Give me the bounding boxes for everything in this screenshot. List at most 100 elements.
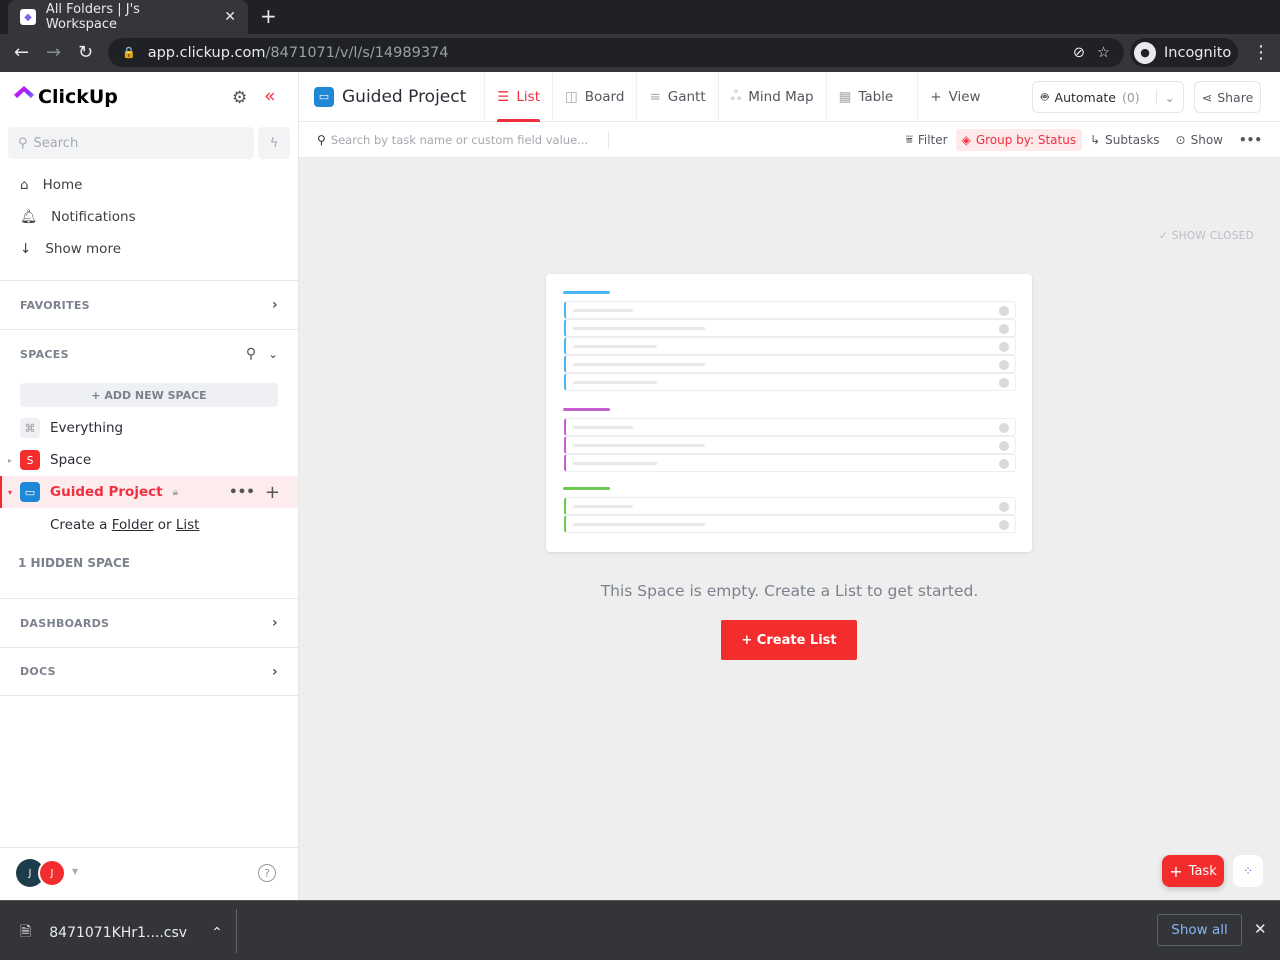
sidebar-item-home[interactable]: ⌂ Home [20, 177, 82, 193]
browser-menu-icon[interactable]: ⋮ [1252, 42, 1270, 63]
task-search-input[interactable]: ⚲ Search by task name or custom field val… [299, 130, 609, 149]
share-label: Share [1217, 89, 1254, 105]
sidebar-item-notifications[interactable]: 🔔︎ Notifications [20, 209, 136, 225]
placeholder-row [564, 337, 1016, 355]
caret-down-icon[interactable]: ▾ [8, 488, 12, 497]
notifications-label: Notifications [51, 209, 136, 225]
group-header-bar [563, 487, 610, 490]
placeholder-row [564, 418, 1016, 436]
home-icon: ⌂ [20, 177, 29, 193]
caret-right-icon[interactable]: ▸ [8, 456, 12, 465]
search-placeholder: Search by task name or custom field valu… [330, 132, 589, 147]
more-options-icon[interactable]: ••• [1231, 133, 1280, 147]
chevron-down-icon[interactable]: ⌄ [1155, 89, 1175, 105]
placeholder-row [564, 319, 1016, 337]
placeholder-row [564, 454, 1016, 472]
chevron-down-icon[interactable]: ⌄ [268, 348, 278, 361]
tab-label: List [516, 88, 540, 105]
download-item[interactable]: 🗎 8471071KHr1....csv ⌃ [20, 921, 223, 945]
clickup-logo[interactable]: ClickUp [14, 86, 118, 108]
group-by-button[interactable]: ◈ Group by: Status [955, 128, 1083, 151]
show-all-downloads-button[interactable]: Show all [1157, 914, 1242, 946]
dashboards-section[interactable]: DASHBOARDS › [0, 598, 298, 647]
reload-icon[interactable]: ↻ [78, 42, 93, 63]
incognito-badge[interactable]: ● Incognito [1130, 38, 1238, 67]
lightning-icon: ϟ [269, 135, 279, 151]
search-icon: ⚲ [317, 132, 326, 147]
sidebar: ClickUp ⚙ « ⚲ Search ϟ ⌂ Home 🔔︎ Notificati… [0, 72, 299, 900]
space-label: Guided Project [50, 484, 163, 500]
eye-off-icon[interactable]: ⊘ [1073, 45, 1085, 61]
title-text: Guided Project [342, 86, 467, 107]
subtasks-label: Subtasks [1105, 132, 1160, 147]
new-tab-icon[interactable]: + [260, 4, 277, 28]
url-path: /8471071/v/l/s/14989374 [265, 44, 449, 61]
gantt-icon: ≡ [649, 88, 661, 105]
clickup-favicon-icon: ◆ [20, 9, 36, 25]
back-icon[interactable]: ← [14, 42, 29, 63]
settings-gear-icon[interactable]: ⚙ [232, 88, 247, 108]
sidebar-item-show-more[interactable]: ↓ Show more [20, 241, 121, 257]
caret-down-icon[interactable]: ▼ [72, 867, 78, 876]
workspace-avatar[interactable]: J [38, 859, 66, 887]
placeholder-row [564, 497, 1016, 515]
apps-grid-button[interactable]: ⁘ [1233, 855, 1263, 887]
space-item-space[interactable]: ▸ S Space [0, 444, 298, 476]
automate-button[interactable]: 🤖︎ Automate (0) ⌄ [1032, 81, 1184, 113]
space-item-everything[interactable]: ⌘ Everything [0, 412, 298, 444]
add-icon[interactable]: + [265, 482, 280, 503]
chevron-up-icon[interactable]: ⌃ [211, 925, 223, 941]
create-list-link[interactable]: List [176, 517, 200, 533]
add-new-space-button[interactable]: + ADD NEW SPACE [20, 383, 278, 407]
show-button[interactable]: ⊙ Show [1168, 133, 1231, 147]
tab-list[interactable]: ☰ List [484, 71, 552, 122]
close-download-bar-icon[interactable]: ✕ [1254, 920, 1267, 938]
close-tab-icon[interactable]: ✕ [224, 9, 236, 25]
file-icon: 🗎 [20, 924, 32, 940]
filter-icon: ⩸ [905, 132, 913, 146]
new-task-button[interactable]: + Task [1162, 855, 1224, 887]
create-or: or [157, 517, 172, 533]
dashboards-heading: DASHBOARDS [20, 616, 110, 630]
star-icon[interactable]: ☆ [1097, 45, 1110, 61]
collapse-sidebar-icon[interactable]: « [264, 85, 276, 107]
sidebar-search-input[interactable]: ⚲ Search [8, 127, 254, 159]
spaces-section[interactable]: SPACES ⚲ ⌄ [0, 329, 298, 378]
tab-board[interactable]: ◫ Board [552, 71, 636, 122]
space-icon: ▭ [20, 482, 40, 502]
forward-icon[interactable]: → [46, 42, 61, 63]
automate-count: (0) [1121, 89, 1140, 105]
add-view-button[interactable]: + View [917, 71, 992, 122]
show-closed-toggle[interactable]: ✓ SHOW CLOSED [1159, 230, 1254, 242]
share-icon: ⋖ [1201, 89, 1213, 105]
search-spaces-icon[interactable]: ⚲ [246, 346, 257, 362]
docs-section[interactable]: DOCS › [0, 647, 298, 696]
space-icon: ▭ [314, 86, 334, 107]
lock-icon: 🔒︎ [172, 486, 178, 498]
url-bar[interactable]: 🔒 app.clickup.com/8471071/v/l/s/14989374… [108, 38, 1124, 67]
tab-gantt[interactable]: ≡ Gantt [636, 71, 717, 122]
hidden-spaces-link[interactable]: 1 HIDDEN SPACE [18, 556, 130, 570]
chevron-right-icon: › [271, 663, 278, 680]
tab-table[interactable]: ▦ Table [825, 71, 906, 122]
tab-mind-map[interactable]: ஃ Mind Map [717, 71, 826, 122]
create-list-button[interactable]: + Create List [721, 620, 857, 660]
filter-button[interactable]: ⩸ Filter [898, 132, 956, 147]
clickup-logo-icon [14, 86, 34, 99]
create-folder-link[interactable]: Folder [112, 517, 154, 533]
quick-action-button[interactable]: ϟ [258, 127, 290, 159]
space-item-guided-project[interactable]: ▾ ▭ Guided Project 🔒︎ ••• + [0, 476, 298, 508]
chevron-right-icon: › [271, 297, 278, 313]
browser-tab-bar: ◆ All Folders | J's Workspace ✕ + [0, 0, 1280, 34]
filter-label: Filter [917, 132, 948, 147]
address-bar-row: ← → ↻ 🔒 app.clickup.com/8471071/v/l/s/14… [0, 34, 1280, 72]
favorites-heading: FAVORITES [20, 298, 90, 312]
help-icon[interactable]: ? [258, 864, 276, 882]
more-options-icon[interactable]: ••• [229, 484, 255, 500]
share-button[interactable]: ⋖ Share [1194, 81, 1261, 113]
group-header-bar [563, 291, 610, 294]
browser-tab[interactable]: ◆ All Folders | J's Workspace ✕ [8, 0, 248, 34]
subtasks-button[interactable]: ↳ Subtasks [1082, 133, 1167, 147]
favorites-section[interactable]: FAVORITES › [0, 280, 298, 329]
tab-title: All Folders | J's Workspace [45, 2, 140, 32]
